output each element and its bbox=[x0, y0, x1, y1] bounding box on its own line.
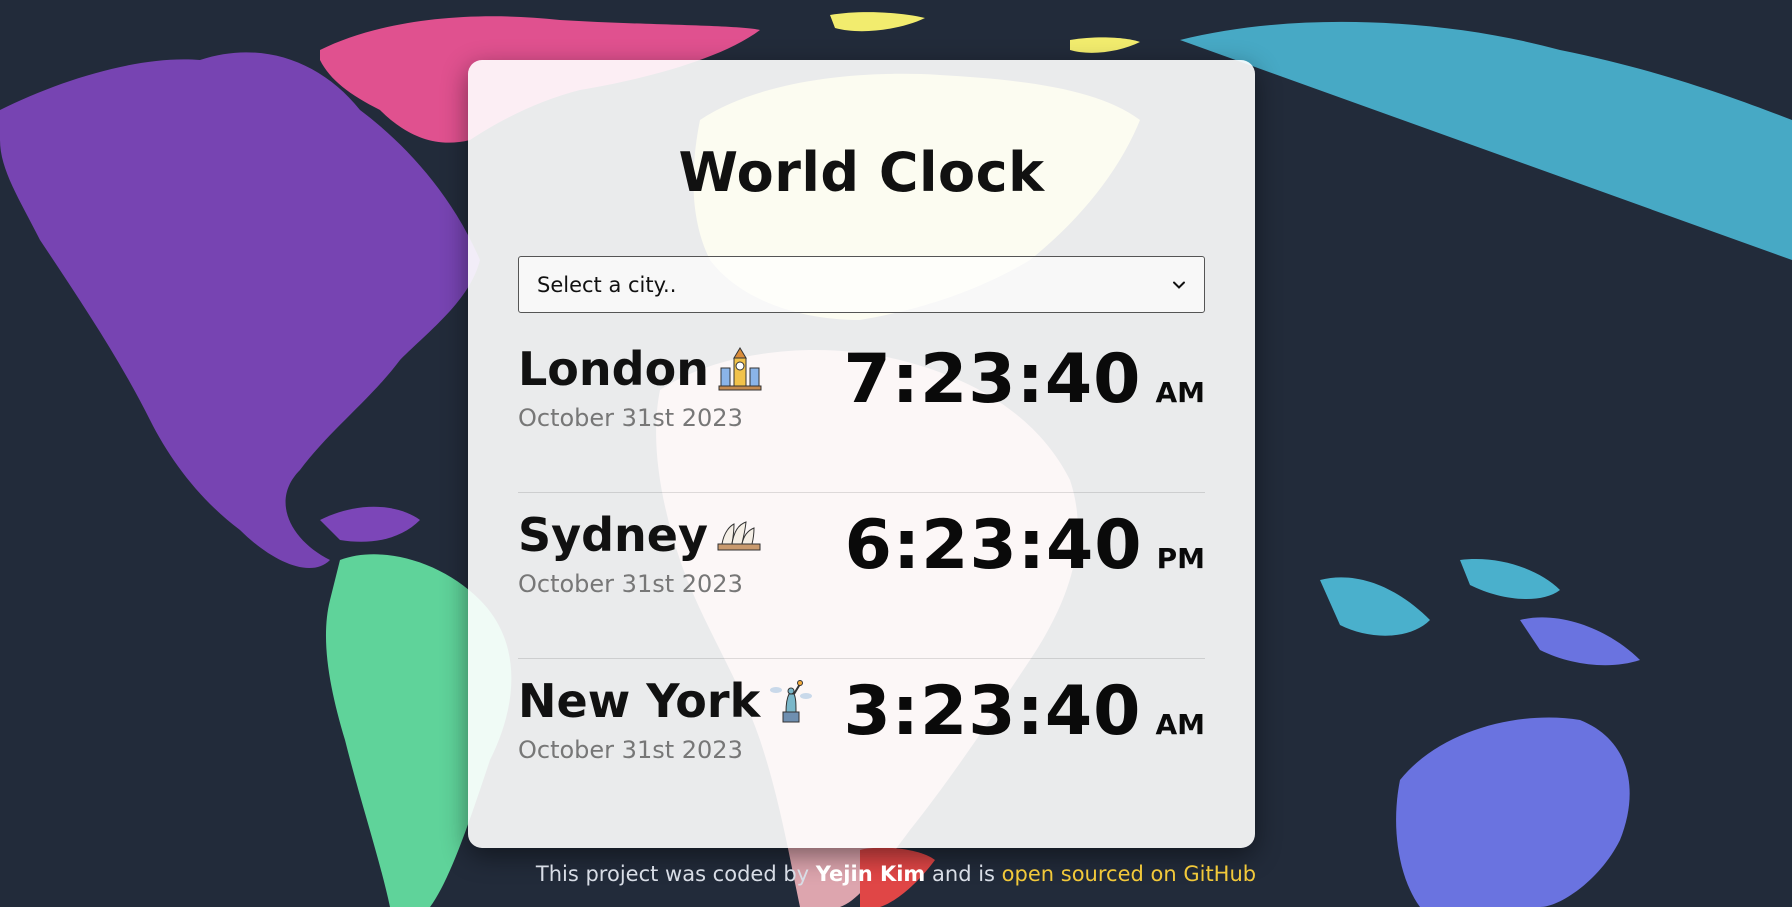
city-date: October 31st 2023 bbox=[518, 570, 743, 598]
big-ben-icon bbox=[718, 347, 762, 391]
footer-middle: and is bbox=[932, 862, 995, 886]
city-name: London bbox=[518, 342, 709, 396]
city-row-london: London October 31st 2023 7:23:40 AM bbox=[518, 326, 1205, 493]
city-select-value: Select a city.. bbox=[537, 272, 677, 297]
footer: This project was coded by Yejin Kim and … bbox=[0, 862, 1792, 886]
author-link[interactable]: Yejin Kim bbox=[816, 862, 926, 886]
city-time: 6:23:40 PM bbox=[845, 512, 1205, 580]
time-ampm: AM bbox=[1155, 708, 1205, 741]
city-time: 7:23:40 AM bbox=[843, 346, 1205, 414]
time-digits: 7:23:40 bbox=[843, 340, 1142, 419]
city-row-sydney: Sydney October 31st 2023 6:23:40 PM bbox=[518, 492, 1205, 659]
city-row-new-york: New York October 31st 2023 3:23:40 AM bbox=[518, 658, 1205, 824]
chevron-down-icon bbox=[1173, 281, 1185, 289]
city-date: October 31st 2023 bbox=[518, 736, 743, 764]
time-ampm: PM bbox=[1156, 542, 1205, 575]
city-time: 3:23:40 AM bbox=[843, 678, 1205, 746]
opera-house-icon bbox=[717, 521, 761, 551]
footer-prefix: This project was coded by bbox=[535, 862, 810, 886]
time-ampm: AM bbox=[1155, 376, 1205, 409]
page-title: World Clock bbox=[678, 141, 1045, 204]
city-name: Sydney bbox=[518, 508, 708, 562]
city-date: October 31st 2023 bbox=[518, 404, 743, 432]
time-digits: 6:23:40 bbox=[844, 506, 1143, 585]
city-name: New York bbox=[518, 674, 761, 728]
world-clock-card: World Clock Select a city.. London Octob… bbox=[468, 60, 1255, 848]
city-select[interactable]: Select a city.. bbox=[518, 256, 1205, 313]
time-digits: 3:23:40 bbox=[843, 672, 1142, 751]
statue-of-liberty-icon bbox=[770, 680, 813, 723]
github-link[interactable]: open sourced on GitHub bbox=[1002, 862, 1256, 886]
